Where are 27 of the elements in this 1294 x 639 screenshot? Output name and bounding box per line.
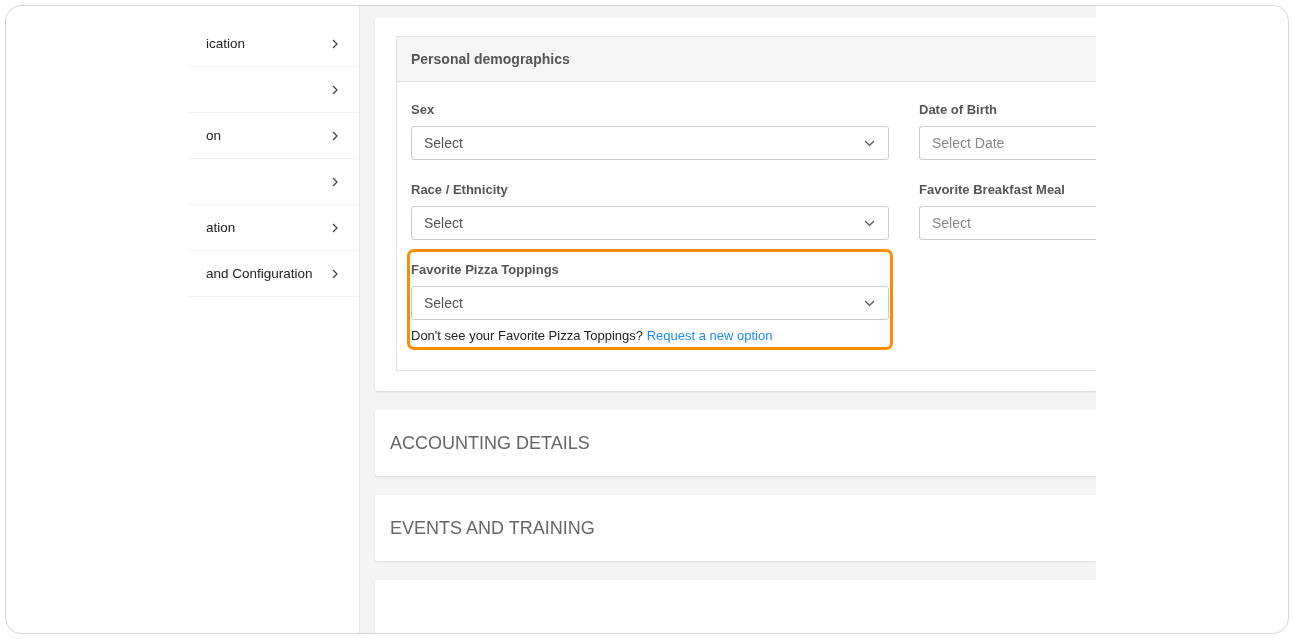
field-label: Sex — [411, 102, 436, 118]
input-field[interactable]: Select — [919, 206, 1096, 240]
section-card[interactable]: ACCOUNTING DETAILS — [375, 410, 1096, 476]
chevron-down-icon — [864, 139, 875, 147]
select-field[interactable]: Select — [411, 286, 889, 320]
chevron-right-icon — [331, 268, 339, 279]
chevron-right-icon — [331, 38, 339, 49]
chevron-down-icon — [864, 299, 875, 307]
section-card[interactable] — [375, 580, 1096, 633]
field-label: Favorite Pizza Toppings — [411, 262, 560, 278]
request-option-link[interactable]: Request a new option — [646, 328, 773, 343]
chevron-right-icon — [331, 84, 339, 95]
section-title: ACCOUNTING DETAILS — [390, 432, 590, 454]
select-field[interactable]: Select — [411, 126, 889, 160]
chevron-right-icon — [331, 222, 339, 233]
chevron-down-icon — [864, 219, 875, 227]
section-card[interactable]: EVENTS AND TRAINING — [375, 495, 1096, 561]
help-text: Don't see your Favorite Pizza Toppings? Request a new option — [411, 328, 774, 343]
field-label: Race / Ethnicity — [411, 182, 509, 198]
input-field[interactable]: Select Date — [919, 126, 1096, 160]
select-field[interactable]: Select — [411, 206, 889, 240]
field-label: Favorite Breakfast Meal — [919, 182, 1066, 198]
chevron-right-icon — [331, 130, 339, 141]
field-label: Date of Birth — [919, 102, 998, 118]
chevron-right-icon — [331, 176, 339, 187]
panel-title: Personal demographics — [397, 37, 1096, 82]
section-title: EVENTS AND TRAINING — [390, 517, 595, 539]
